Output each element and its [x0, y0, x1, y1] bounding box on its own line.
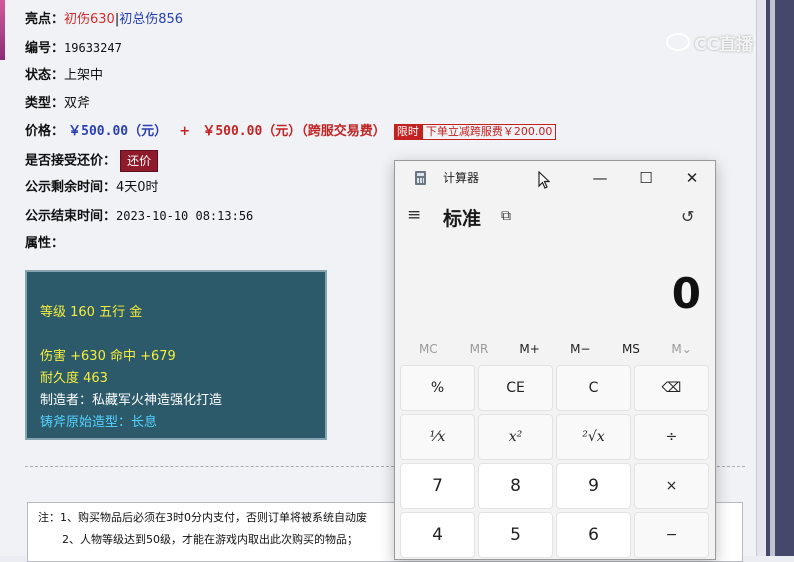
clear-button[interactable]: C	[556, 365, 631, 411]
price-label: 价格：	[25, 124, 65, 139]
calculator-keypad: % CE C ⌫ ¹⁄x x² ²√x ÷ 7 8 9 × 4 5 6 −	[400, 365, 712, 558]
attributes-label: 属性：	[25, 236, 65, 251]
remaining-row: 公示剩余时间：4天0时	[25, 177, 159, 199]
calculator-display: 0	[671, 269, 701, 318]
bargain-row: 是否接受还价： 还价	[25, 150, 159, 172]
digit-8-button[interactable]: 8	[478, 463, 553, 509]
memory-list-button[interactable]: M⌄	[660, 337, 704, 361]
end-time-label: 公示结束时间：	[25, 209, 117, 224]
attr-original-model: 铸斧原始造型：长息	[40, 415, 158, 430]
type-row: 类型：双斧	[25, 93, 90, 115]
remaining-label: 公示剩余时间：	[25, 180, 117, 195]
cross-server-fee: ￥500.00（元）（跨服交易费）	[202, 124, 386, 139]
serial-label: 编号：	[25, 41, 65, 56]
navigation-menu-icon[interactable]: ≡	[407, 205, 421, 225]
highlight-row: 亮点：初伤630|初总伤856	[25, 9, 183, 31]
price-row: 价格： ￥500.00（元） + ￥500.00（元）（跨服交易费） 限时 下单立…	[25, 121, 557, 143]
calculator-mode-title: 标准	[443, 208, 482, 230]
digit-9-button[interactable]: 9	[556, 463, 631, 509]
stream-watermark: CC直播	[666, 30, 753, 55]
calculator-app-icon	[415, 171, 426, 185]
percent-button[interactable]: %	[400, 365, 475, 411]
status-label: 状态：	[25, 68, 65, 83]
highlight-total-damage: 初总伤856	[119, 12, 184, 27]
attribute-panel: 等级 160 五行 金 伤害 +630 命中 +679 耐久度 463 制造者：…	[25, 270, 327, 440]
subtract-button[interactable]: −	[634, 512, 709, 558]
attr-durability: 耐久度 463	[40, 371, 108, 386]
watermark-text: CC直播	[694, 34, 753, 55]
history-icon[interactable]: ↺	[681, 207, 694, 226]
divide-button[interactable]: ÷	[634, 414, 709, 460]
memory-row: MC MR M+ M− MS M⌄	[395, 337, 715, 361]
memory-clear-button[interactable]: MC	[406, 337, 450, 361]
limited-time-badge: 限时	[393, 123, 422, 140]
status-row: 状态：上架中	[25, 65, 103, 87]
attributes-row: 属性：	[25, 233, 64, 255]
end-time-row: 公示结束时间：2023-10-10 08:13:56	[25, 205, 253, 227]
mouse-pointer-icon	[538, 170, 551, 193]
multiply-button[interactable]: ×	[634, 463, 709, 509]
bargain-label: 是否接受还价：	[25, 153, 117, 169]
serial-value: 19633247	[64, 41, 122, 55]
highlight-label: 亮点：	[25, 12, 65, 27]
memory-recall-button[interactable]: MR	[457, 337, 501, 361]
memory-subtract-button[interactable]: M−	[558, 337, 602, 361]
highlight-initial-damage: 初伤630	[64, 12, 115, 27]
memory-add-button[interactable]: M+	[508, 337, 552, 361]
price-plus: +	[179, 124, 191, 139]
square-root-button[interactable]: ²√x	[556, 414, 631, 460]
digit-4-button[interactable]: 4	[400, 512, 475, 558]
clear-entry-button[interactable]: CE	[478, 365, 553, 411]
remaining-value: 4天0时	[116, 180, 159, 195]
price-amount: ￥500.00（元）	[68, 124, 168, 139]
promo-badge: 下单立减跨服费￥200.00	[421, 123, 557, 140]
maximize-button[interactable]: ☐	[623, 161, 669, 195]
memory-store-button[interactable]: MS	[609, 337, 653, 361]
attr-level-element: 等级 160 五行 金	[40, 305, 143, 320]
digit-7-button[interactable]: 7	[400, 463, 475, 509]
calculator-titlebar[interactable]: 计算器 — ☐ ✕	[395, 161, 715, 195]
scrollbar-thumb[interactable]	[770, 0, 775, 556]
watermark-logo-icon	[666, 33, 690, 51]
attr-maker: 制造者：私藏军火神造强化打造	[40, 393, 223, 408]
minimize-button[interactable]: —	[577, 161, 623, 195]
close-button[interactable]: ✕	[669, 161, 715, 195]
end-time-value: 2023-10-10 08:13:56	[116, 209, 254, 223]
calculator-window: 计算器 — ☐ ✕ ≡ 标准 ⧉ ↺ 0 MC MR M+ M− MS M⌄ %…	[394, 160, 716, 560]
backspace-button[interactable]: ⌫	[634, 365, 709, 411]
serial-row: 编号：19633247	[25, 37, 122, 59]
type-label: 类型：	[25, 96, 65, 111]
status-value: 上架中	[64, 68, 104, 83]
type-value: 双斧	[64, 96, 91, 111]
calculator-title: 计算器	[443, 171, 480, 185]
reciprocal-button[interactable]: ¹⁄x	[400, 414, 475, 460]
attr-damage-hit: 伤害 +630 命中 +679	[40, 349, 176, 364]
page-edge-decoration	[0, 0, 5, 60]
square-button[interactable]: x²	[478, 414, 553, 460]
digit-6-button[interactable]: 6	[556, 512, 631, 558]
digit-5-button[interactable]: 5	[478, 512, 553, 558]
keep-on-top-icon[interactable]: ⧉	[501, 208, 511, 224]
bargain-button[interactable]: 还价	[120, 150, 159, 172]
